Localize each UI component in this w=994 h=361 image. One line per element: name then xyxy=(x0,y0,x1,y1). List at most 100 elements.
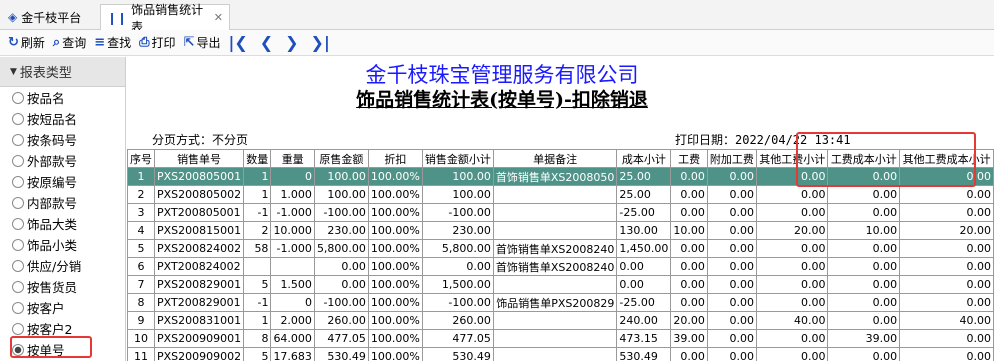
column-header[interactable]: 附加工费 xyxy=(706,149,757,168)
table-row[interactable]: 9 PXS200831001 1 2.000 260.00 100.00% 260.00 24… xyxy=(127,311,994,330)
table-row[interactable]: 8 PXT200829001 -1 0 -100.00 100.00% -100.00 饰品销… xyxy=(127,293,994,312)
radio-button[interactable] xyxy=(12,175,24,188)
radio-button[interactable] xyxy=(12,322,24,335)
table-cell: PXS200909001 xyxy=(153,329,245,348)
radio-button[interactable] xyxy=(12,154,24,167)
report-type-option[interactable]: 饰品小类 xyxy=(0,234,125,255)
column-header[interactable]: 数量 xyxy=(243,149,272,168)
previous-page-icon[interactable]: ❮ xyxy=(260,33,273,52)
find-button[interactable]: ≡ 查找 xyxy=(94,34,131,51)
report-type-option[interactable]: 按品名 xyxy=(0,87,125,108)
table-cell: 0.00 xyxy=(755,185,829,204)
radio-button[interactable] xyxy=(12,112,24,125)
export-button[interactable]: ⇱ 导出 xyxy=(184,34,221,51)
table-cell xyxy=(270,257,315,276)
table-cell: 首饰销售单XS2008240 xyxy=(492,257,618,276)
tab-sales-report[interactable]: ❙❙ 饰品销售统计表 ✕ xyxy=(100,3,230,34)
table-row[interactable]: 6 PXT200824002 0.00 100.00% 0.00 首饰销售单XS20082… xyxy=(127,257,994,276)
table-cell: 100.00% xyxy=(367,257,423,276)
table-cell: 58 xyxy=(243,239,272,258)
report-type-option[interactable]: 按原编号 xyxy=(0,171,125,192)
report-type-option[interactable]: 按售货员 xyxy=(0,276,125,297)
table-cell: 0.00 xyxy=(899,347,994,361)
table-cell: 25.00 xyxy=(616,185,672,204)
first-page-icon[interactable]: |❮ xyxy=(228,33,247,52)
refresh-label: 刷新 xyxy=(20,36,45,50)
radio-button[interactable] xyxy=(12,91,24,104)
report-type-option[interactable]: 供应/分销 xyxy=(0,255,125,276)
report-view: 金千枝珠宝管理服务有限公司 饰品销售统计表(按单号)-扣除销退 分页方式：不分页… xyxy=(127,57,994,361)
table-cell: 230.00 xyxy=(421,221,494,240)
radio-button[interactable] xyxy=(12,196,24,209)
table-row[interactable]: 7 PXS200829001 5 1.500 0.00 100.00% 1,500.00 0.… xyxy=(127,275,994,294)
radio-button[interactable] xyxy=(12,259,24,272)
table-cell: 0.00 xyxy=(827,185,901,204)
table-cell: 10.00 xyxy=(670,221,708,240)
column-header[interactable]: 单据备注 xyxy=(492,149,618,168)
table-cell xyxy=(492,221,618,240)
table-cell: PXS200805002 xyxy=(153,185,245,204)
table-cell: 1.000 xyxy=(270,185,315,204)
report-type-option[interactable]: 按短品名 xyxy=(0,108,125,129)
table-cell: 20.00 xyxy=(670,311,708,330)
report-type-option[interactable]: 外部款号 xyxy=(0,150,125,171)
table-cell: 0.00 xyxy=(899,275,994,294)
column-header[interactable]: 折扣 xyxy=(367,149,423,168)
radio-button[interactable] xyxy=(12,280,24,293)
tab-label: 金千枝平台 xyxy=(21,10,82,25)
table-cell: 0.00 xyxy=(706,257,757,276)
table-row[interactable]: 2 PXS200805002 1 1.000 100.00 100.00% 100.00 25… xyxy=(127,185,994,204)
query-button[interactable]: ⌕ 查询 xyxy=(53,34,86,51)
table-cell: 0.00 xyxy=(313,275,369,294)
report-type-header[interactable]: ▼ 报表类型 xyxy=(0,57,125,87)
column-header[interactable]: 原售金额 xyxy=(313,149,369,168)
table-row[interactable]: 3 PXT200805001 -1 -1.000 -100.00 100.00% -100.… xyxy=(127,203,994,222)
column-header[interactable]: 销售单号 xyxy=(153,149,245,168)
table-cell: PXT200824002 xyxy=(153,257,245,276)
highlight-box xyxy=(10,336,92,358)
report-type-label: 饰品大类 xyxy=(27,217,78,232)
report-type-option[interactable]: 按条码号 xyxy=(0,129,125,150)
report-type-option[interactable]: 内部款号 xyxy=(0,192,125,213)
find-icon: ≡ xyxy=(94,35,106,50)
table-cell xyxy=(243,257,272,276)
table-row[interactable]: 11 PXS200909002 5 17.683 530.49 100.00% 530.49… xyxy=(127,347,994,361)
last-page-icon[interactable]: ❯| xyxy=(311,33,330,52)
radio-button[interactable] xyxy=(12,217,24,230)
next-page-icon[interactable]: ❯ xyxy=(285,33,298,52)
column-header[interactable]: 成本小计 xyxy=(616,149,672,168)
table-row[interactable]: 10 PXS200909001 8 64.000 477.05 100.00% 477.05… xyxy=(127,329,994,348)
report-type-option[interactable]: 按客户 xyxy=(0,297,125,318)
table-row[interactable]: 5 PXS200824002 58 -1.000 5,800.00 100.00% 5,80… xyxy=(127,239,994,258)
table-cell: 3 xyxy=(127,203,155,222)
table-cell: 7 xyxy=(127,275,155,294)
column-header[interactable]: 销售金额小计 xyxy=(421,149,494,168)
table-cell: 10.000 xyxy=(270,221,315,240)
table-cell: 0.00 xyxy=(706,221,757,240)
column-header[interactable]: 序号 xyxy=(127,149,155,168)
collapse-triangle-icon: ▼ xyxy=(10,66,17,77)
radio-button[interactable] xyxy=(12,301,24,314)
tab-platform[interactable]: ◈ 金千枝平台 xyxy=(2,4,100,30)
table-cell xyxy=(492,275,618,294)
table-row[interactable]: 4 PXS200815001 2 10.000 230.00 100.00% 230.00 1… xyxy=(127,221,994,240)
table-cell: 0.00 xyxy=(827,239,901,258)
table-cell: 100.00 xyxy=(421,185,494,204)
close-icon[interactable]: ✕ xyxy=(214,11,223,24)
report-type-option[interactable]: 饰品大类 xyxy=(0,213,125,234)
table-cell: 10 xyxy=(127,329,155,348)
table-cell: 0.00 xyxy=(899,239,994,258)
column-header[interactable]: 工费 xyxy=(670,149,708,168)
table-cell: 260.00 xyxy=(313,311,369,330)
refresh-button[interactable]: ↻ 刷新 xyxy=(8,34,45,51)
radio-button[interactable] xyxy=(12,238,24,251)
table-cell: 0.00 xyxy=(670,275,708,294)
table-cell: 100.00 xyxy=(313,167,369,186)
table-cell: 0.00 xyxy=(706,293,757,312)
table-cell: 0.00 xyxy=(899,203,994,222)
radio-button[interactable] xyxy=(12,133,24,146)
column-header[interactable]: 重量 xyxy=(270,149,315,168)
print-button[interactable]: ⎙ 打印 xyxy=(139,34,175,51)
table-cell xyxy=(492,185,618,204)
page-mode: 分页方式：不分页 xyxy=(152,133,249,147)
